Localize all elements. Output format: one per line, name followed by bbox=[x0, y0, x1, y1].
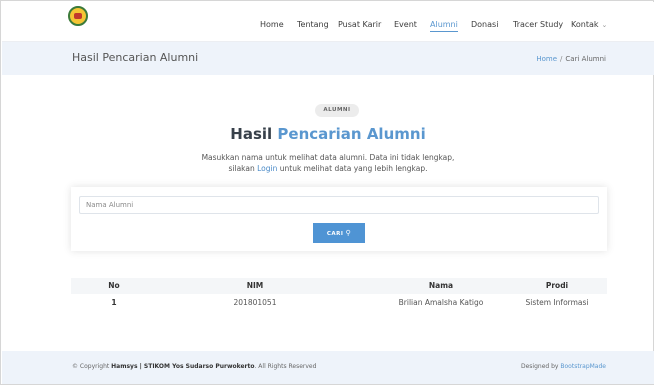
nav-donasi[interactable]: Donasi bbox=[471, 19, 498, 31]
heading-prefix: Hasil bbox=[230, 125, 273, 143]
nav-pusat-karir[interactable]: Pusat Karir bbox=[338, 19, 381, 31]
nav-tracer-study[interactable]: Tracer Study bbox=[513, 19, 563, 31]
main-nav: Home Tentang Pusat Karir Event Alumni Do… bbox=[2, 19, 654, 33]
copyright: © Copyright Hamsys | STIKOM Yos Sudarso … bbox=[72, 363, 316, 370]
cell-nim: 201801051 bbox=[233, 298, 277, 307]
page-title-band: Hasil Pencarian Alumni Home / Cari Alumni bbox=[2, 42, 654, 75]
login-link[interactable]: Login bbox=[257, 164, 277, 173]
table-row[interactable]: 1 201801051 Brilian Amalsha Katigo Siste… bbox=[71, 294, 607, 312]
copyright-prefix: © Copyright bbox=[72, 363, 110, 370]
search-icon: ⚲ bbox=[345, 229, 352, 237]
breadcrumb-home-link[interactable]: Home bbox=[536, 55, 557, 63]
site-header: Home Tentang Pusat Karir Event Alumni Do… bbox=[2, 2, 654, 42]
desc-pre: silakan bbox=[228, 164, 255, 173]
cell-nama: Brilian Amalsha Katigo bbox=[398, 298, 484, 307]
nav-kontak-label: Kontak bbox=[571, 20, 599, 29]
results-table: No NIM Nama Prodi 1 201801051 Brilian Am… bbox=[71, 278, 607, 312]
bootstrapmade-link[interactable]: BootstrapMade bbox=[560, 363, 606, 370]
search-card: CARI⚲ bbox=[71, 187, 607, 251]
nav-alumni[interactable]: Alumni bbox=[430, 19, 458, 32]
col-header-no: No bbox=[108, 281, 120, 290]
breadcrumb: Home / Cari Alumni bbox=[536, 55, 606, 63]
designed-prefix: Designed by bbox=[520, 363, 559, 370]
desc-line-2: silakan Login untuk melihat data yang le… bbox=[1, 163, 654, 174]
breadcrumb-current: Cari Alumni bbox=[565, 55, 606, 63]
cell-no: 1 bbox=[111, 298, 117, 307]
search-input[interactable] bbox=[79, 196, 599, 214]
section-description: Masukkan nama untuk melihat data alumni.… bbox=[1, 152, 654, 174]
copyright-brand: Hamsys | STIKOM Yos Sudarso Purwokerto bbox=[111, 363, 255, 370]
copyright-suffix: . All Rights Reserved bbox=[254, 363, 317, 370]
site-footer: © Copyright Hamsys | STIKOM Yos Sudarso … bbox=[2, 351, 654, 384]
breadcrumb-separator: / bbox=[560, 55, 563, 63]
heading-accent: Pencarian Alumni bbox=[277, 125, 426, 143]
search-button-label: CARI bbox=[326, 231, 344, 237]
search-button[interactable]: CARI ⚲ bbox=[313, 223, 365, 243]
col-header-nim: NIM bbox=[246, 281, 264, 290]
designed-by: Designed by BootstrapMade bbox=[521, 363, 606, 370]
col-header-prodi: Prodi bbox=[545, 281, 569, 290]
section-badge: ALUMNI bbox=[315, 104, 359, 117]
page-frame: Home Tentang Pusat Karir Event Alumni Do… bbox=[0, 0, 654, 385]
nav-kontak[interactable]: Kontak ⌄ bbox=[571, 19, 607, 31]
nav-event[interactable]: Event bbox=[394, 19, 417, 31]
desc-line-1: Masukkan nama untuk melihat data alumni.… bbox=[201, 153, 455, 162]
desc-post: untuk melihat data yang lebih lengkap. bbox=[279, 164, 428, 173]
col-header-nama: Nama bbox=[428, 281, 454, 290]
nav-home[interactable]: Home bbox=[260, 19, 284, 31]
cell-prodi: Sistem Informasi bbox=[525, 298, 589, 307]
page-title: Hasil Pencarian Alumni bbox=[72, 51, 199, 64]
section-heading: Hasil Pencarian Alumni bbox=[1, 125, 654, 143]
nav-tentang[interactable]: Tentang bbox=[297, 19, 329, 31]
chevron-down-icon: ⌄ bbox=[601, 21, 608, 29]
table-header: No NIM Nama Prodi bbox=[71, 278, 607, 294]
